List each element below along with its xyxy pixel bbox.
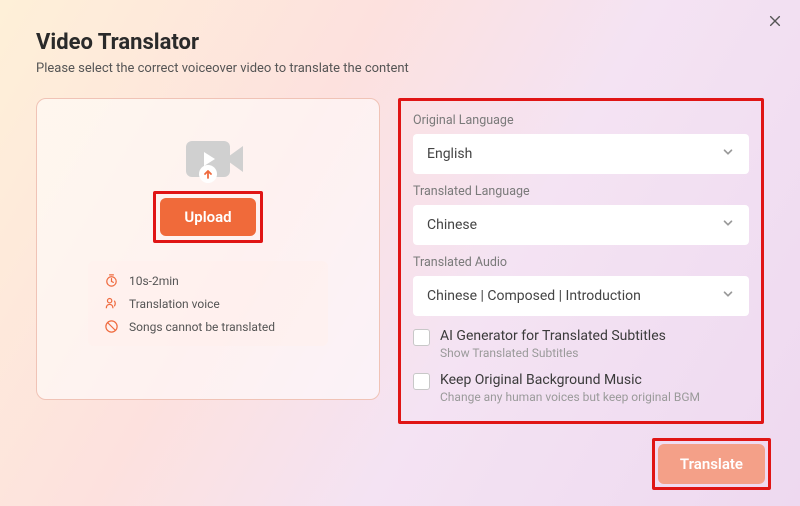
original-language-select[interactable]: English bbox=[413, 134, 749, 174]
translated-language-value: Chinese bbox=[427, 217, 477, 233]
upload-highlight: Upload bbox=[153, 191, 262, 243]
subtitles-checkbox-label: AI Generator for Translated Subtitles bbox=[440, 328, 666, 344]
original-language-value: English bbox=[427, 146, 472, 162]
voice-icon bbox=[104, 296, 119, 311]
chevron-down-icon bbox=[721, 216, 735, 234]
translated-language-label: Translated Language bbox=[413, 184, 749, 199]
no-songs-icon bbox=[104, 319, 119, 334]
settings-panel: Original Language English Translated Lan… bbox=[398, 98, 764, 424]
bgm-checkbox[interactable] bbox=[413, 373, 430, 390]
bgm-checkbox-sublabel: Change any human voices but keep origina… bbox=[440, 390, 700, 404]
translated-audio-value: Chinese | Composed | Introduction bbox=[427, 288, 641, 304]
translated-audio-label: Translated Audio bbox=[413, 255, 749, 270]
page-title: Video Translator bbox=[36, 30, 764, 55]
chevron-down-icon bbox=[721, 145, 735, 163]
hint-voice: Translation voice bbox=[129, 297, 220, 311]
upload-button[interactable]: Upload bbox=[160, 198, 255, 236]
subtitles-checkbox-sublabel: Show Translated Subtitles bbox=[440, 346, 666, 360]
video-upload-icon bbox=[186, 141, 230, 177]
close-icon[interactable] bbox=[764, 10, 786, 32]
translated-audio-select[interactable]: Chinese | Composed | Introduction bbox=[413, 276, 749, 316]
subtitles-checkbox[interactable] bbox=[413, 329, 430, 346]
upload-panel: Upload 10s-2min Translation voice Songs … bbox=[36, 98, 380, 400]
timer-icon bbox=[104, 273, 119, 288]
hint-songs: Songs cannot be translated bbox=[129, 320, 275, 334]
upload-hints: 10s-2min Translation voice Songs cannot … bbox=[88, 261, 328, 346]
arrow-up-icon bbox=[199, 165, 217, 183]
hint-duration: 10s-2min bbox=[129, 274, 179, 288]
translate-button[interactable]: Translate bbox=[658, 444, 765, 484]
page-subtitle: Please select the correct voiceover vide… bbox=[36, 61, 764, 76]
translate-highlight: Translate bbox=[652, 438, 771, 490]
bgm-checkbox-label: Keep Original Background Music bbox=[440, 372, 700, 388]
original-language-label: Original Language bbox=[413, 113, 749, 128]
chevron-down-icon bbox=[721, 287, 735, 305]
translated-language-select[interactable]: Chinese bbox=[413, 205, 749, 245]
